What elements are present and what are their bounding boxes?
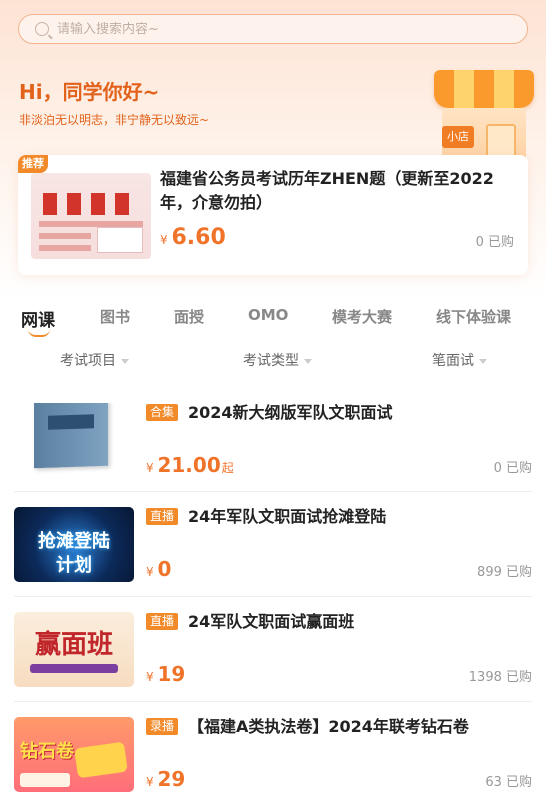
filter-bar: 考试项目 考试类型 笔面试 xyxy=(0,350,546,370)
course-thumbnail: 钻石卷 xyxy=(14,717,134,792)
search-icon xyxy=(35,22,49,36)
course-thumbnail: 赢面班 xyxy=(14,612,134,687)
tab-online-course[interactable]: 网课 xyxy=(21,306,55,331)
greeting-subtitle: 非淡泊无以明志，非宁静无以致远~ xyxy=(19,113,210,127)
recommend-sold-count: 0 已购 xyxy=(475,235,514,250)
course-sold-count: 0 已购 xyxy=(493,461,532,476)
filter-exam-type[interactable]: 考试类型 xyxy=(243,350,312,370)
search-bar[interactable] xyxy=(18,14,528,44)
course-tag: 直播 xyxy=(146,508,179,525)
filter-exam-project[interactable]: 考试项目 xyxy=(60,350,129,370)
category-tabs: 网课 图书 面授 OMO 模考大赛 线下体验课 xyxy=(0,306,546,336)
course-item[interactable]: 赢面班 直播 24军队文职面试赢面班 ¥ 19 1398 已购 xyxy=(14,612,532,702)
recommend-badge: 推荐 xyxy=(18,155,48,173)
course-thumbnail: 抢滩登陆 计划 xyxy=(14,507,134,582)
greeting-title: Hi，同学你好~ xyxy=(19,80,160,104)
course-tag: 直播 xyxy=(146,613,179,630)
course-title: 【福建A类执法卷】2024年联考钻石卷 xyxy=(188,717,469,736)
shop-icon[interactable]: 小店 xyxy=(424,68,546,168)
course-tag: 合集 xyxy=(146,404,179,421)
course-price: ¥ 0 xyxy=(146,557,172,581)
caret-down-icon xyxy=(304,358,312,364)
course-price: ¥ 21.00起 xyxy=(146,453,234,477)
course-price: ¥ 19 xyxy=(146,662,186,686)
course-title: 2024新大纲版军队文职面试 xyxy=(188,403,393,422)
course-sold-count: 63 已购 xyxy=(485,775,532,790)
course-sold-count: 899 已购 xyxy=(477,565,532,580)
caret-down-icon xyxy=(479,358,487,364)
recommend-title: 福建省公务员考试历年ZHEN题（更新至2022年，介意勿拍） xyxy=(160,169,494,212)
awning-graphic xyxy=(434,70,534,108)
course-title: 24军队文职面试赢面班 xyxy=(188,612,355,631)
search-input[interactable] xyxy=(57,21,457,37)
filter-written-interview[interactable]: 笔面试 xyxy=(432,350,487,370)
course-sold-count: 1398 已购 xyxy=(468,670,532,685)
caret-down-icon xyxy=(121,358,129,364)
tab-face-to-face[interactable]: 面授 xyxy=(174,306,204,327)
course-tag: 录播 xyxy=(146,718,179,735)
tab-offline-trial[interactable]: 线下体验课 xyxy=(436,306,511,327)
course-item[interactable]: 钻石卷 录播 【福建A类执法卷】2024年联考钻石卷 ¥ 29 63 已购 xyxy=(14,717,532,802)
shop-sign: 小店 xyxy=(442,126,474,148)
course-item[interactable]: 抢滩登陆 计划 直播 24年军队文职面试抢滩登陆 ¥ 0 899 已购 xyxy=(14,507,532,597)
course-price: ¥ 29 xyxy=(146,767,186,791)
recommend-price: ¥ 6.60 xyxy=(160,225,226,250)
tab-omo[interactable]: OMO xyxy=(248,306,288,324)
recommend-thumbnail xyxy=(31,173,151,259)
course-title: 24年军队文职面试抢滩登陆 xyxy=(188,507,387,526)
tab-mock-exam[interactable]: 模考大赛 xyxy=(332,306,392,327)
course-item[interactable]: 合集 2024新大纲版军队文职面试 ¥ 21.00起 0 已购 xyxy=(14,403,532,492)
course-thumbnail xyxy=(14,403,134,478)
recommend-card[interactable]: 推荐 福建省公务员考试历年ZHEN题（更新至2022年，介意勿拍） ¥ 6.60… xyxy=(18,155,528,275)
tab-books[interactable]: 图书 xyxy=(100,306,130,327)
